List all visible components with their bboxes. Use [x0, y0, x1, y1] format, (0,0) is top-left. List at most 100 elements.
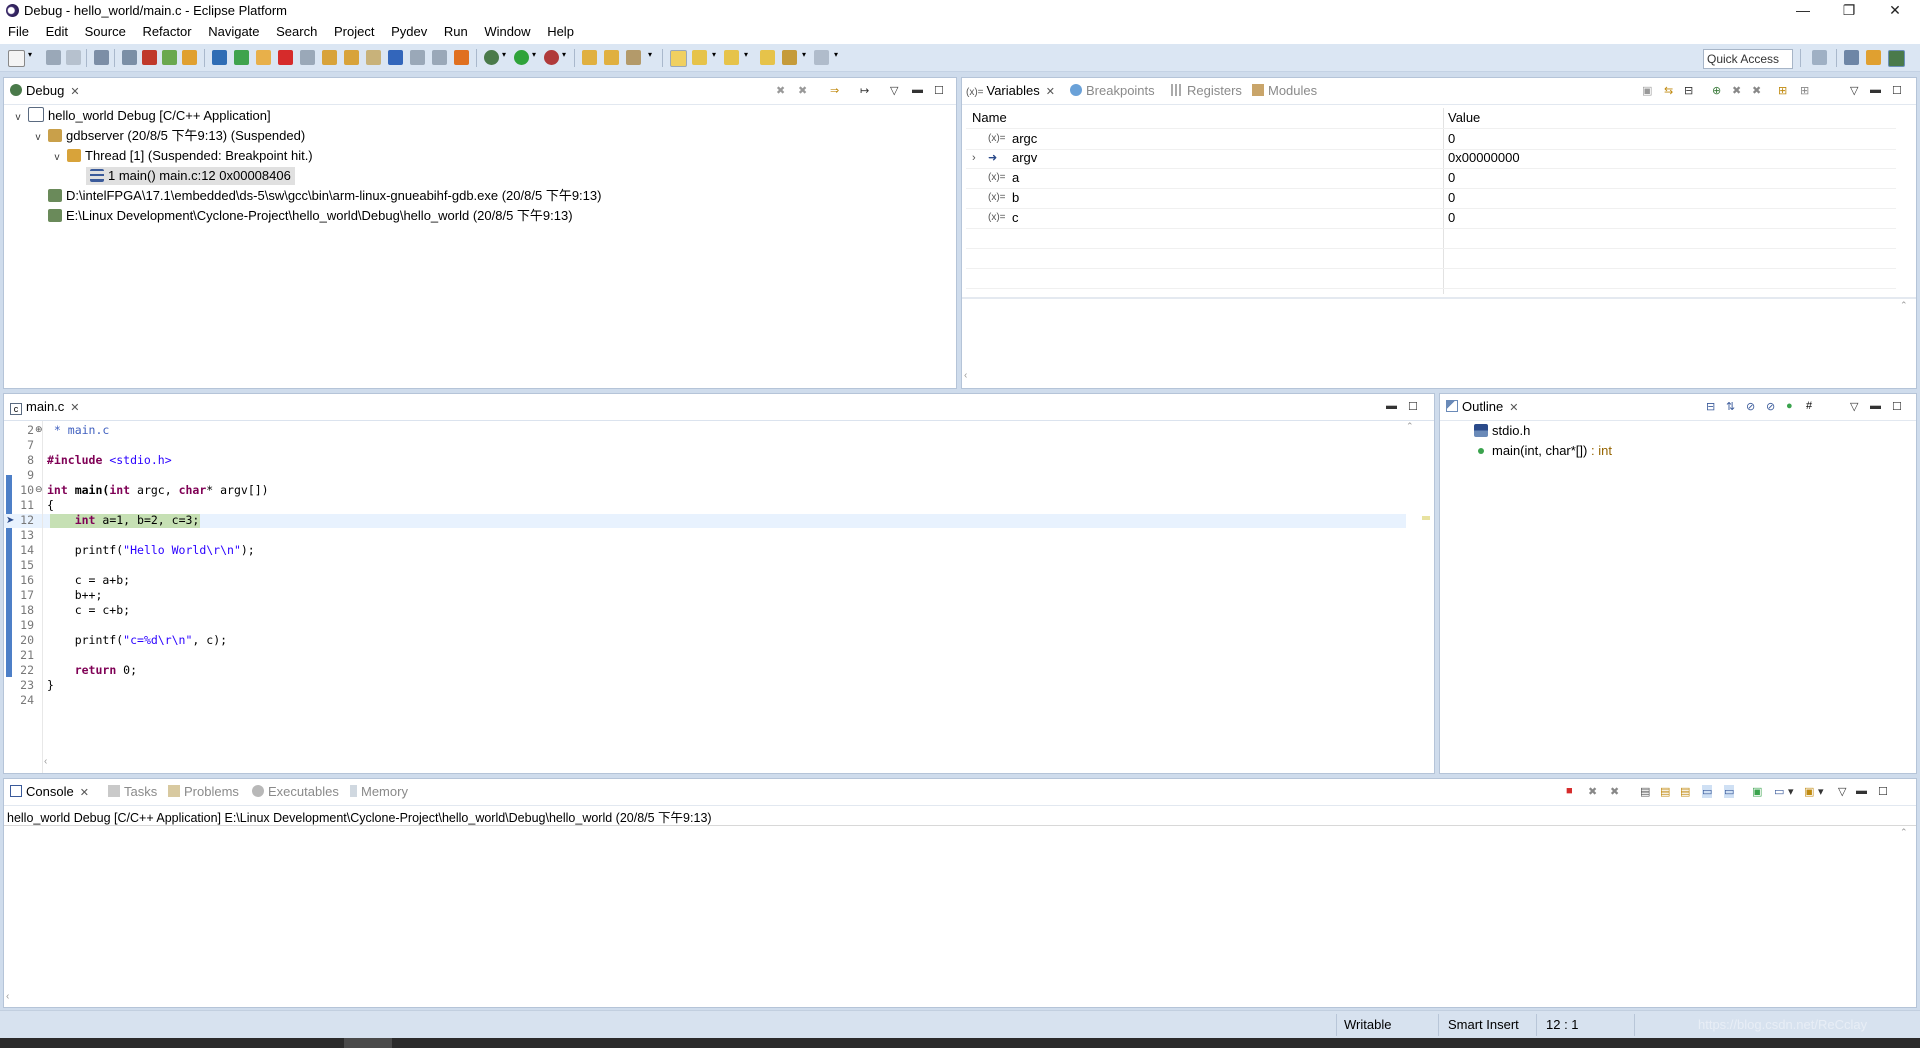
search-tool-icon[interactable] — [626, 50, 641, 65]
column-header-value[interactable]: Value — [1448, 108, 1480, 128]
remove-terminated-icon[interactable]: ✖ — [776, 84, 785, 97]
tab-tasks[interactable]: Tasks — [108, 784, 157, 802]
close-icon[interactable]: ✕ — [1509, 401, 1518, 414]
fold-collapse-icon[interactable]: ⊖ — [35, 484, 43, 495]
debug-bug-icon[interactable] — [484, 50, 499, 65]
close-icon[interactable]: ✕ — [70, 401, 79, 414]
view-menu-icon[interactable]: ▽ — [1850, 400, 1858, 413]
hide-fields-icon[interactable]: ⊘ — [1746, 400, 1755, 413]
console-hscrollbar[interactable]: ‹ — [6, 991, 1898, 1005]
tab-memory[interactable]: Memory — [350, 784, 408, 802]
menu-source[interactable]: Source — [85, 22, 126, 39]
clear-console-icon[interactable]: ▤ — [1640, 785, 1650, 798]
table-row[interactable]: (x)= b 0 — [966, 188, 1896, 209]
annotation-next-icon[interactable] — [692, 50, 707, 65]
pydev-perspective-icon[interactable] — [1866, 50, 1881, 65]
code-line[interactable]: #include <stdio.h> — [47, 453, 172, 467]
show-on-output-icon[interactable]: ▭ — [1702, 785, 1713, 798]
minimize-view-icon[interactable]: ▬ — [1386, 400, 1397, 412]
add-watch-icon[interactable]: ⊕ — [1712, 84, 1721, 97]
menu-window[interactable]: Window — [484, 22, 530, 39]
code-line[interactable]: printf("c=%d\r\n", c); — [47, 633, 227, 647]
skip-breakpoints-icon[interactable] — [212, 50, 227, 65]
close-icon[interactable]: ✕ — [80, 786, 89, 799]
close-icon[interactable]: ✕ — [70, 85, 79, 98]
link-icon[interactable]: ⇒ — [830, 84, 839, 97]
show-type-icon[interactable]: ▣ — [1642, 84, 1652, 97]
drop-frame-icon[interactable] — [410, 50, 425, 65]
tree-item-gdb[interactable]: D:\intelFPGA\17.1\embedded\ds-5\sw\gcc\b… — [48, 187, 601, 205]
open-console-icon[interactable]: ▣ — [1804, 785, 1814, 798]
quick-access-input[interactable]: Quick Access — [1703, 49, 1793, 69]
maximize-view-icon[interactable]: ☐ — [1408, 400, 1418, 413]
collapse-all-icon[interactable]: ⊟ — [1684, 84, 1693, 97]
fold-expand-icon[interactable]: ⊕ — [35, 424, 43, 435]
pin-icon[interactable]: ⊞ — [1778, 84, 1787, 97]
minimize-view-icon[interactable]: ▬ — [1870, 400, 1881, 412]
chevron-down-icon[interactable]: ▾ — [744, 50, 752, 65]
chevron-down-icon[interactable]: ▾ — [712, 50, 720, 65]
show-logical-icon[interactable]: ⇆ — [1664, 84, 1673, 97]
code-line[interactable]: } — [47, 678, 54, 692]
remove-all-launches-icon[interactable]: ✖ — [1610, 785, 1619, 798]
tree-item-thread[interactable]: v Thread [1] (Suspended: Breakpoint hit.) — [51, 147, 313, 165]
save-all-icon[interactable] — [66, 50, 81, 65]
step-return-icon[interactable] — [366, 50, 381, 65]
outline-item-function[interactable]: main(int, char*[]) : int — [1474, 442, 1612, 460]
hide-static-icon[interactable]: ⊘ — [1766, 400, 1775, 413]
scroll-lock-icon[interactable]: ▤ — [1660, 785, 1670, 798]
sort-icon[interactable]: ⇅ — [1726, 400, 1735, 413]
connect-icon[interactable] — [122, 50, 137, 65]
menu-pydev[interactable]: Pydev — [391, 22, 427, 39]
remove-launch-icon[interactable]: ✖ — [1588, 785, 1597, 798]
hide-macros-icon[interactable]: # — [1806, 400, 1812, 412]
remove-icon[interactable]: ✖ — [1732, 84, 1741, 97]
table-row[interactable]: › ➜ argv 0x00000000 — [966, 148, 1896, 169]
minimize-view-icon[interactable]: ▬ — [912, 84, 923, 96]
tab-outline[interactable]: Outline ✕ — [1446, 399, 1518, 417]
tab-debug[interactable]: Debug ✕ — [10, 83, 80, 101]
resume-icon[interactable] — [234, 50, 249, 65]
run-icon[interactable] — [514, 50, 529, 65]
step-over-icon[interactable] — [344, 50, 359, 65]
new-view-icon[interactable]: ⊞ — [1800, 84, 1809, 97]
forward-icon[interactable] — [814, 50, 829, 65]
detail-scrollbar[interactable]: ⌃ — [1900, 300, 1914, 366]
overview-ruler-mark[interactable] — [1422, 516, 1430, 520]
chevron-down-icon[interactable]: ▾ — [562, 50, 570, 65]
table-row[interactable]: (x)= a 0 — [966, 168, 1896, 189]
chevron-down-icon[interactable]: v — [12, 109, 24, 127]
cpp-perspective-icon[interactable] — [1844, 50, 1859, 65]
outline-item-include[interactable]: stdio.h — [1474, 422, 1530, 440]
open-perspective-icon[interactable] — [1812, 50, 1827, 65]
save-icon[interactable] — [46, 50, 61, 65]
annotation-prev-icon[interactable] — [724, 50, 739, 65]
step-mode-icon[interactable]: ↦ — [860, 84, 869, 97]
view-menu-icon[interactable]: ▽ — [1838, 785, 1846, 798]
minimize-view-icon[interactable]: ▬ — [1870, 84, 1881, 96]
collapse-all-icon[interactable]: ⊟ — [1706, 400, 1715, 413]
tab-problems[interactable]: Problems — [168, 784, 239, 802]
debug-perspective-icon[interactable] — [1888, 50, 1905, 67]
chevron-down-icon[interactable]: ▾ — [1818, 785, 1824, 798]
menu-edit[interactable]: Edit — [46, 22, 68, 39]
tree-item-stackframe[interactable]: 1 main() main.c:12 0x00008406 — [86, 167, 295, 185]
remove-all-icon[interactable]: ✖ — [1752, 84, 1761, 97]
tab-executables[interactable]: Executables — [252, 784, 339, 802]
editor-hscrollbar[interactable]: ‹ — [44, 756, 1404, 770]
terminate-icon[interactable] — [278, 50, 293, 65]
close-icon[interactable]: ✕ — [1046, 85, 1055, 98]
menu-run[interactable]: Run — [444, 22, 468, 39]
hide-nonpublic-icon[interactable]: ● — [1786, 400, 1793, 412]
editor-vscrollbar[interactable]: ⌃ — [1406, 421, 1420, 753]
menu-file[interactable]: File — [8, 22, 29, 39]
word-wrap-icon[interactable]: ▤ — [1680, 785, 1690, 798]
table-row[interactable]: (x)= c 0 — [966, 208, 1896, 229]
view-menu-icon[interactable]: ▽ — [890, 84, 898, 97]
chevron-down-icon[interactable]: ▾ — [648, 50, 656, 65]
tab-main-c[interactable]: c main.c ✕ — [10, 399, 80, 417]
pin-console-icon[interactable]: ▣ — [1752, 785, 1762, 798]
maximize-button[interactable]: ❐ — [1826, 0, 1872, 22]
detail-hscrollbar[interactable]: ‹ — [964, 370, 1898, 384]
tab-breakpoints[interactable]: Breakpoints — [1070, 83, 1155, 101]
